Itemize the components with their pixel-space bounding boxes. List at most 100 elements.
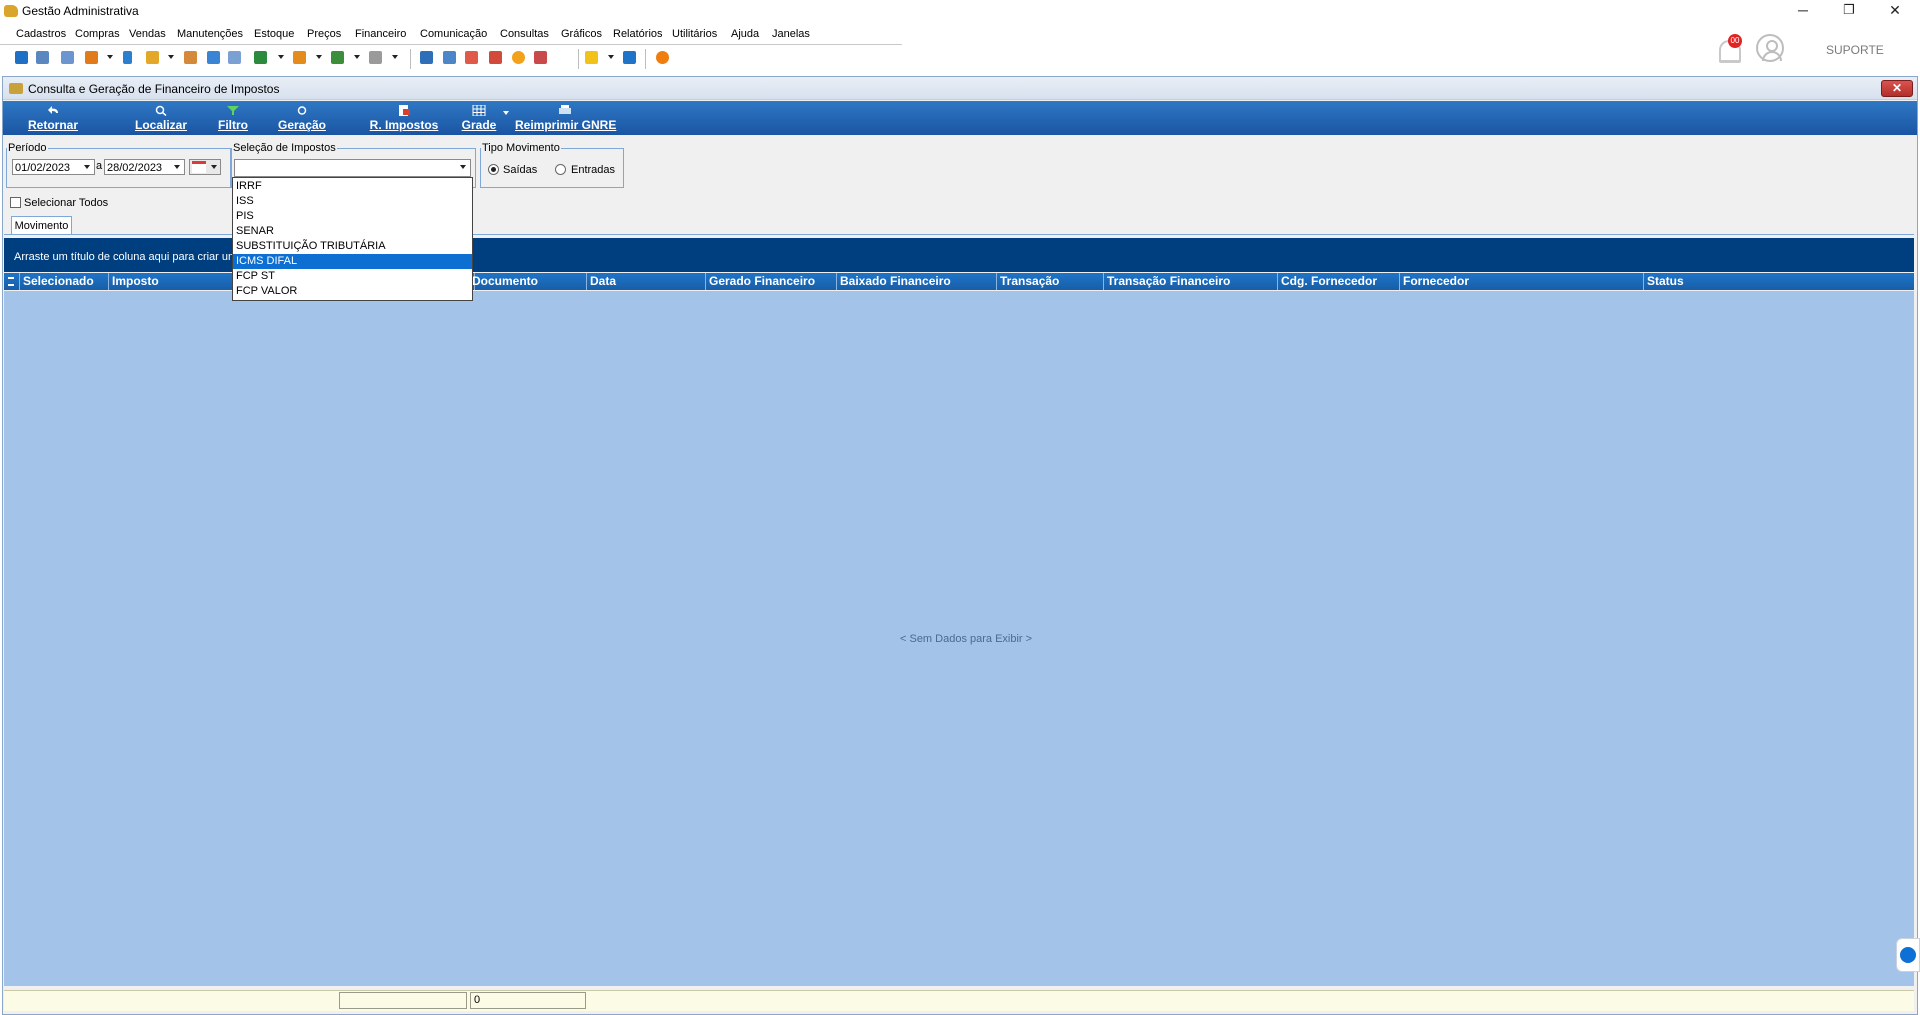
retornar-button[interactable]: Retornar — [25, 101, 81, 135]
cart-icon[interactable] — [254, 51, 267, 64]
calendar-picker-button[interactable] — [189, 159, 221, 175]
saidas-label[interactable]: Saídas — [503, 164, 537, 176]
impostos-option[interactable]: ISS — [233, 194, 472, 209]
menu-ajuda[interactable]: Ajuda — [731, 28, 759, 40]
clock-icon[interactable] — [512, 51, 525, 64]
select-all-checkbox[interactable] — [10, 197, 21, 208]
chevron-down-icon[interactable] — [354, 55, 360, 59]
chevron-down-icon[interactable] — [456, 160, 470, 176]
menu-utilitarios[interactable]: Utilitários — [672, 28, 717, 40]
chevron-down-icon[interactable] — [316, 55, 322, 59]
col-fornecedor[interactable]: Fornecedor — [1400, 273, 1644, 290]
power-icon[interactable] — [656, 51, 669, 64]
menu-comunicacao[interactable]: Comunicação — [420, 28, 487, 40]
star-icon[interactable] — [585, 51, 598, 64]
r-impostos-button[interactable]: R. Impostos — [369, 101, 439, 135]
grid-empty-message: < Sem Dados para Exibir > — [900, 633, 1033, 645]
impostos-option[interactable]: FCP ST — [233, 269, 472, 284]
col-transacao[interactable]: Transação — [997, 273, 1104, 290]
grade-label: Grade — [461, 118, 497, 132]
menu-cadastros[interactable]: Cadastros — [16, 28, 66, 40]
reimprimir-gnre-button[interactable]: Reimprimir GNRE — [515, 101, 616, 135]
menu-manutencoes[interactable]: Manutenções — [177, 28, 243, 40]
col-cdg-fornecedor[interactable]: Cdg. Fornecedor — [1278, 273, 1400, 290]
people-icon[interactable] — [36, 51, 49, 64]
avatar-shoulders — [1762, 51, 1782, 61]
calendar-alert-icon[interactable] — [489, 51, 502, 64]
col-data[interactable]: Data — [587, 273, 706, 290]
chevron-down-icon[interactable] — [80, 160, 94, 174]
document-icon[interactable] — [123, 51, 132, 64]
menu-janelas[interactable]: Janelas — [772, 28, 810, 40]
localizar-button[interactable]: Localizar — [133, 101, 189, 135]
col-gerado-financeiro[interactable]: Gerado Financeiro — [706, 273, 837, 290]
calculator-icon[interactable] — [443, 51, 456, 64]
menu-financeiro[interactable]: Financeiro — [355, 28, 406, 40]
col-documento[interactable]: Documento — [469, 273, 587, 290]
toolbar — [0, 46, 1920, 72]
folder-icon[interactable] — [15, 51, 28, 64]
notification-bell-icon[interactable]: 00 — [1716, 34, 1742, 64]
menu-consultas[interactable]: Consultas — [500, 28, 549, 40]
menu-compras[interactable]: Compras — [75, 28, 120, 40]
user-avatar-icon[interactable] — [1756, 34, 1784, 62]
impostos-option[interactable]: SUBSTITUIÇÃO TRIBUTÁRIA — [233, 239, 472, 254]
col-status[interactable]: Status — [1644, 273, 1914, 290]
col-transacao-financeiro[interactable]: Transação Financeiro — [1104, 273, 1278, 290]
menu-vendas[interactable]: Vendas — [129, 28, 166, 40]
impostos-option[interactable]: FCP VALOR — [233, 284, 472, 299]
impostos-select[interactable] — [234, 159, 471, 177]
close-button[interactable]: ✕ — [1872, 0, 1918, 22]
filtro-button[interactable]: Filtro — [213, 101, 253, 135]
grid-icon[interactable] — [420, 51, 433, 64]
impostos-option[interactable]: SENAR — [233, 224, 472, 239]
menu-precos[interactable]: Preços — [307, 28, 341, 40]
money-icon[interactable] — [331, 51, 344, 64]
impostos-option[interactable]: IRRF — [233, 179, 472, 194]
periodo-to-date[interactable]: 28/02/2023 — [104, 159, 185, 175]
entradas-label[interactable]: Entradas — [571, 164, 615, 176]
calculator-icon[interactable] — [207, 51, 220, 64]
menu-relatorios[interactable]: Relatórios — [613, 28, 663, 40]
chevron-down-icon[interactable] — [392, 55, 398, 59]
folder-open-icon[interactable] — [146, 51, 159, 64]
col-selecionado[interactable]: Selecionado — [20, 273, 109, 290]
grade-dropdown-chevron-down-icon[interactable] — [503, 111, 509, 115]
calendar-icon[interactable] — [465, 51, 478, 64]
printer-icon[interactable] — [369, 51, 382, 64]
report-icon[interactable] — [534, 51, 547, 64]
box-icon[interactable] — [293, 51, 306, 64]
user-icon[interactable] — [184, 51, 197, 64]
teamviewer-icon — [1900, 947, 1916, 963]
saidas-radio[interactable] — [488, 164, 499, 175]
menu-estoque[interactable]: Estoque — [254, 28, 294, 40]
tab-movimento[interactable]: Movimento — [11, 216, 72, 235]
impostos-option-highlighted[interactable]: ICMS DIFAL — [233, 254, 472, 269]
select-all-label[interactable]: Selecionar Todos — [24, 197, 108, 209]
periodo-from-date[interactable]: 01/02/2023 — [12, 159, 95, 175]
tax-report-icon — [397, 105, 411, 116]
tree-icon[interactable] — [85, 51, 98, 64]
info-icon[interactable] — [623, 51, 636, 64]
entradas-radio[interactable] — [555, 164, 566, 175]
chevron-down-icon[interactable] — [168, 55, 174, 59]
calendar-icon — [192, 161, 206, 173]
impostos-option[interactable]: PIS — [233, 209, 472, 224]
geracao-button[interactable]: Geração — [277, 101, 327, 135]
col-baixado-financeiro[interactable]: Baixado Financeiro — [837, 273, 997, 290]
menu-bar: Cadastros Compras Vendas Manutenções Est… — [0, 24, 902, 45]
menu-graficos[interactable]: Gráficos — [561, 28, 602, 40]
user-name[interactable]: SUPORTE — [1826, 43, 1884, 57]
window-close-button[interactable]: ✕ — [1881, 80, 1913, 97]
grade-button[interactable]: Grade — [459, 101, 499, 135]
chevron-down-icon[interactable] — [170, 160, 184, 174]
restore-button[interactable]: ❐ — [1826, 0, 1872, 22]
chevron-down-icon[interactable] — [278, 55, 284, 59]
list-icon[interactable] — [61, 51, 74, 64]
chevron-down-icon[interactable] — [608, 55, 614, 59]
column-chooser-icon[interactable] — [4, 273, 20, 290]
minimize-button[interactable]: ─ — [1780, 0, 1826, 22]
card-icon[interactable] — [228, 51, 241, 64]
teamviewer-tab[interactable] — [1896, 938, 1920, 972]
chevron-down-icon[interactable] — [107, 55, 113, 59]
